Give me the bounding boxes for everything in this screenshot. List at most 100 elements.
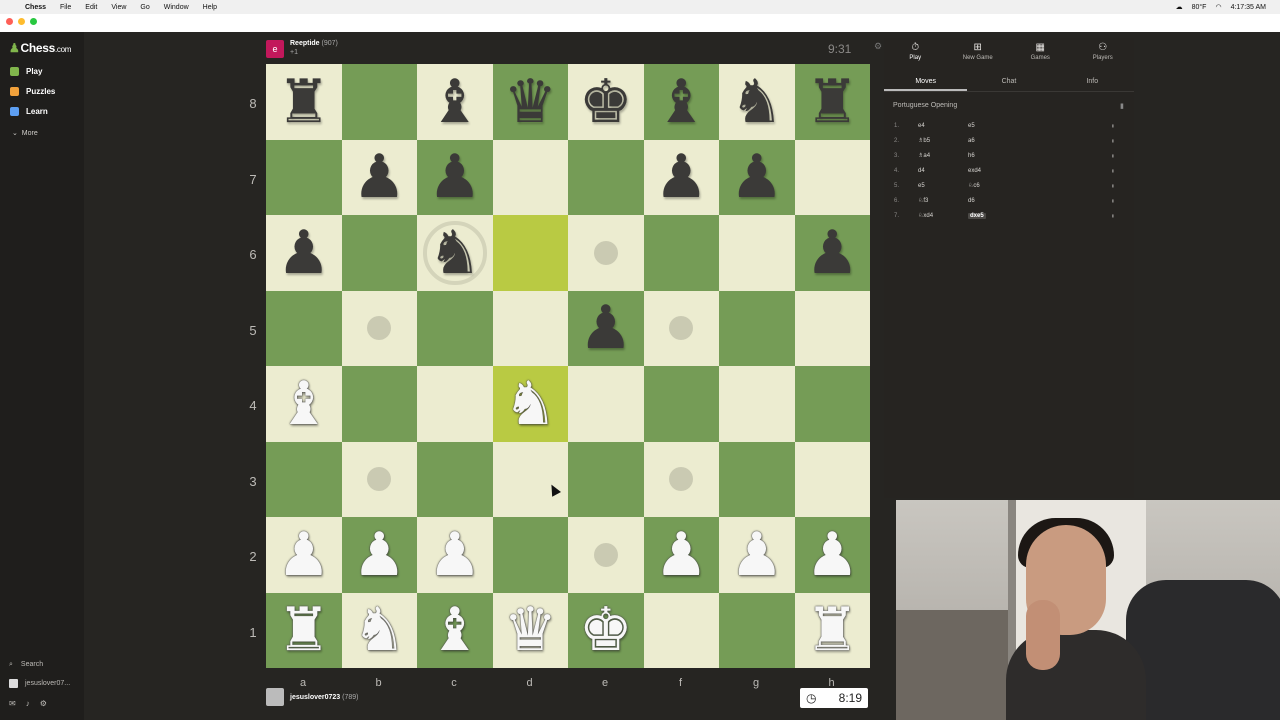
- sidebar-item-play[interactable]: Play: [10, 67, 42, 76]
- square-c3[interactable]: [417, 441, 493, 517]
- square-f1[interactable]: [643, 592, 719, 668]
- tab-play[interactable]: ⏱ Play: [884, 42, 947, 61]
- square-d1[interactable]: ♛: [492, 592, 568, 668]
- square-c2[interactable]: ♟: [417, 517, 493, 593]
- bell-icon[interactable]: ♪: [26, 699, 30, 708]
- square-e8[interactable]: ♚: [568, 64, 644, 140]
- square-h2[interactable]: ♟: [794, 517, 870, 593]
- black-pawn-icon[interactable]: ♟: [730, 147, 784, 207]
- move-hint-dot[interactable]: [367, 467, 392, 492]
- square-a2[interactable]: ♟: [266, 517, 342, 593]
- square-d5[interactable]: [492, 290, 568, 366]
- menu-help[interactable]: Help: [203, 4, 217, 11]
- square-b8[interactable]: [341, 64, 417, 140]
- square-b2[interactable]: ♟: [341, 517, 417, 593]
- white-pawn-icon[interactable]: ♟: [730, 525, 784, 585]
- square-d6[interactable]: [492, 215, 568, 291]
- square-g1[interactable]: [719, 592, 795, 668]
- black-pawn-icon[interactable]: ♟: [579, 298, 633, 358]
- black-pawn-icon[interactable]: ♟: [428, 147, 482, 207]
- subtab-chat[interactable]: Chat: [967, 76, 1050, 91]
- square-a6[interactable]: ♟: [266, 215, 342, 291]
- white-pawn-icon[interactable]: ♟: [277, 525, 331, 585]
- black-move[interactable]: a6: [962, 138, 1092, 144]
- white-queen-icon[interactable]: ♛: [503, 600, 557, 660]
- my-avatar[interactable]: [266, 688, 284, 706]
- black-rook-icon[interactable]: ♜: [277, 72, 331, 132]
- square-a7[interactable]: [266, 139, 342, 215]
- square-h6[interactable]: ♟: [794, 215, 870, 291]
- sidebar-item-learn[interactable]: Learn: [10, 107, 48, 116]
- square-d7[interactable]: [492, 139, 568, 215]
- square-a1[interactable]: ♜: [266, 592, 342, 668]
- white-move[interactable]: ♗a4: [906, 152, 962, 159]
- white-move[interactable]: ♗b5: [906, 137, 962, 144]
- square-b1[interactable]: ♞: [341, 592, 417, 668]
- settings-gear-icon[interactable]: ⚙: [40, 699, 47, 708]
- white-move[interactable]: e5: [906, 183, 962, 189]
- subtab-moves[interactable]: Moves: [884, 76, 968, 91]
- opening-name[interactable]: Portuguese Opening: [893, 102, 957, 109]
- square-f3[interactable]: [643, 441, 719, 517]
- square-f8[interactable]: ♝: [643, 64, 719, 140]
- square-e4[interactable]: [568, 366, 644, 442]
- square-e5[interactable]: ♟: [568, 290, 644, 366]
- square-h1[interactable]: ♜: [794, 592, 870, 668]
- chesscom-logo[interactable]: ♟Chess.com: [9, 41, 71, 55]
- sidebar-search[interactable]: ⌕ Search: [9, 661, 43, 669]
- opponent-name[interactable]: Reeptide: [290, 40, 320, 47]
- square-h4[interactable]: [794, 366, 870, 442]
- move-hint-dot[interactable]: [593, 542, 618, 567]
- square-e2[interactable]: [568, 517, 644, 593]
- notifications-icon[interactable]: ✉: [9, 699, 16, 708]
- board-settings-icon[interactable]: ⚙: [874, 41, 882, 52]
- white-rook-icon[interactable]: ♜: [277, 600, 331, 660]
- apple-icon[interactable]: [9, 2, 19, 12]
- minimize-window-button[interactable]: [18, 18, 25, 25]
- square-f6[interactable]: [643, 215, 719, 291]
- square-g6[interactable]: [719, 215, 795, 291]
- square-f5[interactable]: [643, 290, 719, 366]
- black-move[interactable]: ♘c6: [962, 182, 1092, 189]
- white-rook-icon[interactable]: ♜: [805, 600, 859, 660]
- square-c5[interactable]: [417, 290, 493, 366]
- square-g4[interactable]: [719, 366, 795, 442]
- black-bishop-icon[interactable]: ♝: [428, 72, 482, 132]
- square-a3[interactable]: [266, 441, 342, 517]
- square-b6[interactable]: [341, 215, 417, 291]
- square-g7[interactable]: ♟: [719, 139, 795, 215]
- black-move[interactable]: e5: [962, 123, 1092, 129]
- black-pawn-icon[interactable]: ♟: [277, 223, 331, 283]
- white-move[interactable]: e4: [906, 123, 962, 129]
- square-e7[interactable]: [568, 139, 644, 215]
- sidebar-user[interactable]: jesuslover07...: [9, 679, 70, 688]
- square-d4[interactable]: ♞: [492, 366, 568, 442]
- black-move[interactable]: exd4: [962, 168, 1092, 174]
- move-hint-dot[interactable]: [669, 467, 694, 492]
- square-g5[interactable]: [719, 290, 795, 366]
- white-pawn-icon[interactable]: ♟: [428, 525, 482, 585]
- black-move[interactable]: h6: [962, 153, 1092, 159]
- square-c1[interactable]: ♝: [417, 592, 493, 668]
- square-h3[interactable]: [794, 441, 870, 517]
- black-pawn-icon[interactable]: ♟: [805, 223, 859, 283]
- black-knight-icon[interactable]: ♞: [730, 72, 784, 132]
- square-b4[interactable]: [341, 366, 417, 442]
- black-bishop-icon[interactable]: ♝: [654, 72, 708, 132]
- book-icon[interactable]: ▮: [1120, 102, 1124, 110]
- square-c6[interactable]: ♞: [417, 215, 493, 291]
- white-pawn-icon[interactable]: ♟: [352, 525, 406, 585]
- black-pawn-icon[interactable]: ♟: [654, 147, 708, 207]
- black-pawn-icon[interactable]: ♟: [352, 147, 406, 207]
- my-name[interactable]: jesuslover0723: [290, 694, 340, 701]
- white-king-icon[interactable]: ♚: [579, 600, 633, 660]
- square-g2[interactable]: ♟: [719, 517, 795, 593]
- sidebar-item-puzzles[interactable]: Puzzles: [10, 87, 55, 96]
- white-pawn-icon[interactable]: ♟: [654, 525, 708, 585]
- square-f2[interactable]: ♟: [643, 517, 719, 593]
- menu-file[interactable]: File: [60, 4, 71, 11]
- white-bishop-icon[interactable]: ♝: [277, 374, 331, 434]
- square-d3[interactable]: [492, 441, 568, 517]
- menu-edit[interactable]: Edit: [85, 4, 97, 11]
- move-hint-dot[interactable]: [669, 316, 694, 341]
